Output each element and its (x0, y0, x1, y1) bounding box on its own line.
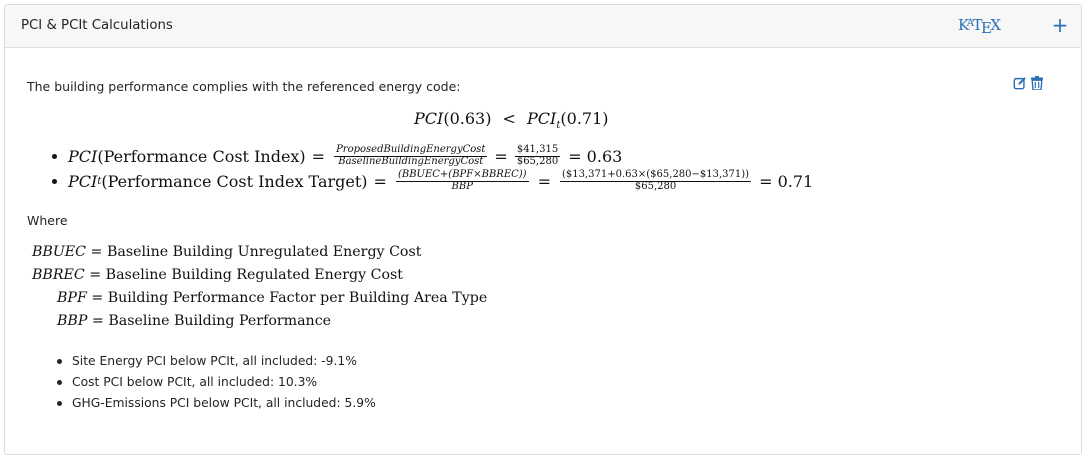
pci-formula: PCI (Performance Cost Index) = ProposedBu… (52, 145, 622, 167)
compliance-equation: PCI(0.63) < PCIt(0.71) (414, 109, 609, 132)
definition-bbuec: BBUEC = Baseline Building Unregulated En… (32, 244, 422, 260)
trash-icon[interactable] (1031, 76, 1043, 90)
pcit-formula: PCI t (Performance Cost Index Target) = (B… (52, 170, 813, 192)
katex-logo: KATEX (958, 16, 1001, 37)
definition-bpf: BPF = Building Performance Factor per Bu… (57, 290, 488, 306)
where-label: Where (27, 213, 68, 228)
panel-header[interactable]: PCI & PCIt Calculations KATEX + (5, 5, 1081, 48)
result-site-energy: Site Energy PCI below PCIt, all included… (57, 354, 357, 368)
result-ghg: GHG-Emissions PCI below PCIt, all includ… (57, 396, 376, 410)
edit-icon[interactable] (1013, 76, 1027, 90)
compliance-statement: The building performance complies with t… (27, 79, 461, 94)
definition-bbp: BBP = Baseline Building Performance (57, 313, 332, 329)
expand-button[interactable]: + (1050, 13, 1070, 37)
panel-title: PCI & PCIt Calculations (21, 18, 173, 33)
result-cost: Cost PCI below PCIt, all included: 10.3% (57, 375, 317, 389)
definition-bbrec: BBREC = Baseline Building Regulated Ener… (32, 267, 403, 283)
